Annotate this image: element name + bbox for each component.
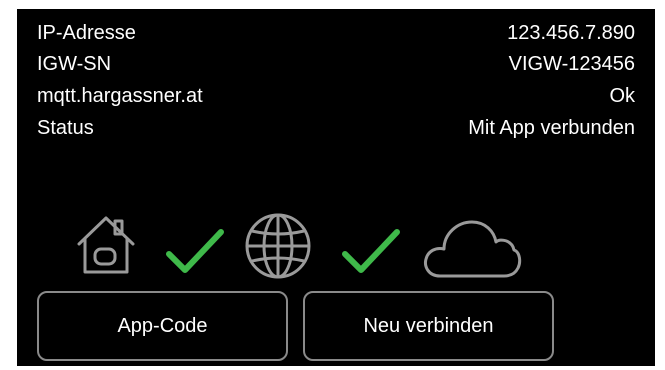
ip-address-label: IP-Adresse <box>37 22 136 44</box>
app-code-button[interactable]: App-Code <box>37 291 288 361</box>
reconnect-button[interactable]: Neu verbinden <box>303 291 554 361</box>
status-value: Mit App verbunden <box>468 117 635 139</box>
info-row-ip-address: IP-Adresse 123.456.7.890 <box>37 17 635 49</box>
info-row-status: Status Mit App verbunden <box>37 112 635 144</box>
home-icon <box>77 216 135 274</box>
reconnect-button-label: Neu verbinden <box>363 314 494 337</box>
cloud-icon <box>424 220 522 278</box>
status-label: Status <box>37 117 94 139</box>
igw-sn-value: VIGW-123456 <box>508 53 635 75</box>
mqtt-value: Ok <box>609 85 635 107</box>
connection-chain <box>17 204 655 284</box>
app-code-button-label: App-Code <box>117 314 208 337</box>
info-row-igw-sn: IGW-SN VIGW-123456 <box>37 48 635 80</box>
info-row-mqtt: mqtt.hargassner.at Ok <box>37 80 635 112</box>
status-screen: IP-Adresse 123.456.7.890 IGW-SN VIGW-123… <box>17 9 655 366</box>
ip-address-value: 123.456.7.890 <box>507 22 635 44</box>
igw-sn-label: IGW-SN <box>37 53 112 75</box>
globe-icon <box>245 213 311 279</box>
check-icon <box>166 229 224 273</box>
mqtt-label: mqtt.hargassner.at <box>37 85 203 107</box>
check-icon <box>342 229 400 273</box>
